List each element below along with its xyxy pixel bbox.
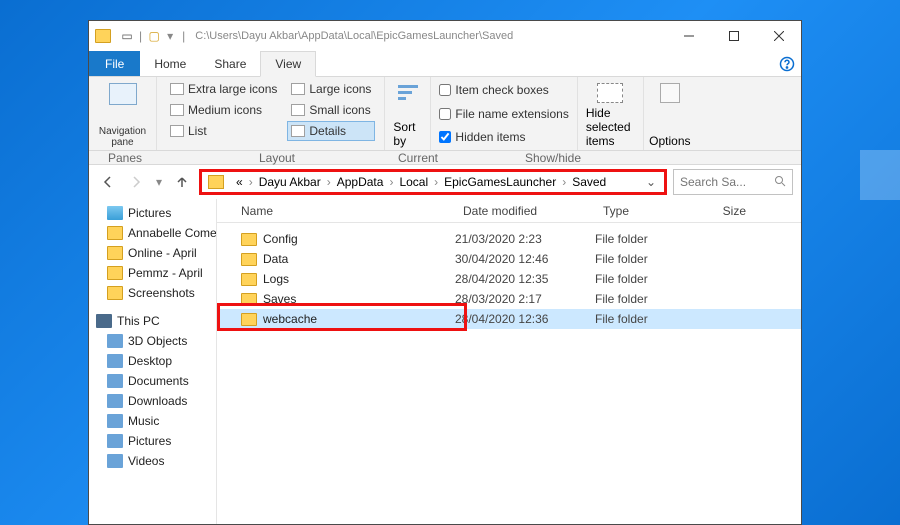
folder-icon: [208, 175, 224, 189]
qat-newfolder-icon[interactable]: ▢: [146, 28, 162, 44]
forward-button[interactable]: [125, 171, 147, 193]
col-date[interactable]: Date modified: [455, 204, 595, 218]
title-bar: ▭ | ▢ ▾ | C:\Users\Dayu Akbar\AppData\Lo…: [89, 21, 801, 51]
options-label: Options: [649, 134, 690, 148]
check-extensions[interactable]: File name extensions: [439, 105, 568, 123]
check-hidden[interactable]: Hidden items: [439, 128, 568, 146]
layout-large[interactable]: Large icons: [287, 79, 375, 99]
chevron-right-icon[interactable]: ›: [432, 175, 440, 189]
ribbon-group-options: Options: [644, 77, 696, 150]
ribbon-tabs: File Home Share View: [89, 51, 801, 77]
layout-list[interactable]: List: [166, 121, 281, 141]
tree-pictures[interactable]: Pictures: [89, 203, 216, 223]
ribbon-group-layout: Extra large icons Medium icons List Larg…: [157, 77, 385, 150]
layout-small[interactable]: Small icons: [287, 100, 375, 120]
ribbon-group-panes: Navigation pane: [89, 77, 157, 150]
qat-properties-icon[interactable]: ▭: [119, 28, 135, 44]
file-row[interactable]: Data 30/04/2020 12:46 File folder: [217, 249, 801, 269]
close-button[interactable]: [756, 21, 801, 51]
folder-icon: [241, 253, 257, 266]
recent-button[interactable]: ▾: [153, 171, 165, 193]
search-icon[interactable]: [774, 175, 786, 190]
folder-icon: [241, 273, 257, 286]
search-box[interactable]: [673, 169, 793, 195]
file-row[interactable]: Logs 28/04/2020 12:35 File folder: [217, 269, 801, 289]
tree-item[interactable]: Online - April: [89, 243, 216, 263]
tree-item[interactable]: Documents: [89, 371, 216, 391]
tree-item[interactable]: Desktop: [89, 351, 216, 371]
ribbon-group-labels: Panes Layout Current view Show/hide: [89, 151, 801, 165]
navigation-tree[interactable]: Pictures Annabelle Come Online - April P…: [89, 199, 217, 524]
tab-home[interactable]: Home: [140, 51, 200, 76]
folder-icon: [241, 233, 257, 246]
ribbon-group-sort: Sort by: [385, 77, 431, 150]
tab-view[interactable]: View: [260, 51, 316, 77]
col-size[interactable]: Size: [705, 204, 755, 218]
chevron-right-icon[interactable]: ›: [325, 175, 333, 189]
chevron-right-icon[interactable]: ›: [247, 175, 255, 189]
tree-item[interactable]: Downloads: [89, 391, 216, 411]
layout-extra-large[interactable]: Extra large icons: [166, 79, 281, 99]
maximize-button[interactable]: [711, 21, 756, 51]
separator: |: [139, 29, 142, 43]
layout-details[interactable]: Details: [287, 121, 375, 141]
ribbon-group-hide: Hide selected items: [578, 77, 644, 150]
address-bar[interactable]: « › Dayu Akbar › AppData › Local › EpicG…: [199, 169, 667, 195]
col-type[interactable]: Type: [595, 204, 705, 218]
window-title: C:\Users\Dayu Akbar\AppData\Local\EpicGa…: [195, 30, 666, 42]
search-input[interactable]: [680, 175, 774, 189]
breadcrumb-part[interactable]: Dayu Akbar: [255, 172, 325, 192]
ribbon-group-showhide: Item check boxes File name extensions Hi…: [431, 77, 577, 150]
tree-item[interactable]: Pictures: [89, 431, 216, 451]
qat-dropdown-icon[interactable]: ▾: [162, 28, 178, 44]
content-body: Pictures Annabelle Come Online - April P…: [89, 199, 801, 524]
breadcrumb-overflow[interactable]: «: [232, 172, 247, 192]
back-button[interactable]: [97, 171, 119, 193]
navigation-bar: ▾ « › Dayu Akbar › AppData › Local › Epi…: [89, 165, 801, 199]
tab-share[interactable]: Share: [200, 51, 260, 76]
tree-item[interactable]: Pemmz - April: [89, 263, 216, 283]
breadcrumb-part[interactable]: EpicGamesLauncher: [440, 172, 560, 192]
check-item-boxes[interactable]: Item check boxes: [439, 81, 568, 99]
breadcrumb-part[interactable]: AppData: [333, 172, 388, 192]
file-explorer-window: ▭ | ▢ ▾ | C:\Users\Dayu Akbar\AppData\Lo…: [88, 20, 802, 525]
tree-thispc[interactable]: ⌄This PC: [89, 311, 216, 331]
col-name[interactable]: Name: [217, 204, 455, 218]
up-button[interactable]: [171, 171, 193, 193]
column-headers[interactable]: Name Date modified Type Size: [217, 199, 801, 223]
desktop-peek: [860, 150, 900, 200]
minimize-button[interactable]: [666, 21, 711, 51]
sort-label: Sort by: [393, 120, 422, 148]
hide-selected-icon[interactable]: [597, 83, 623, 103]
file-list: Name Date modified Type Size Config 21/0…: [217, 199, 801, 524]
breadcrumb-part[interactable]: Saved: [568, 172, 610, 192]
layout-medium[interactable]: Medium icons: [166, 100, 281, 120]
options-icon[interactable]: [660, 83, 680, 103]
annotation-highlight: [217, 303, 467, 331]
tree-item[interactable]: Music: [89, 411, 216, 431]
help-button[interactable]: [773, 51, 801, 76]
tree-item[interactable]: 3D Objects: [89, 331, 216, 351]
file-row[interactable]: Config 21/03/2020 2:23 File folder: [217, 229, 801, 249]
folder-icon: [95, 29, 111, 43]
tree-item[interactable]: Annabelle Come: [89, 223, 216, 243]
address-dropdown-icon[interactable]: ⌄: [640, 175, 662, 189]
ribbon: Navigation pane Extra large icons Medium…: [89, 77, 801, 151]
navigation-pane-icon[interactable]: [109, 83, 137, 105]
navigation-pane-label: Navigation pane: [97, 126, 148, 148]
chevron-down-icon[interactable]: ⌄: [89, 316, 91, 327]
breadcrumb-part[interactable]: Local: [395, 172, 432, 192]
tree-item[interactable]: Videos: [89, 451, 216, 471]
chevron-right-icon[interactable]: ›: [387, 175, 395, 189]
hide-selected-label: Hide selected items: [586, 106, 635, 148]
sort-icon[interactable]: [396, 83, 420, 105]
tab-file[interactable]: File: [89, 51, 140, 76]
tree-item[interactable]: Screenshots: [89, 283, 216, 303]
chevron-right-icon[interactable]: ›: [560, 175, 568, 189]
separator: |: [182, 29, 185, 43]
